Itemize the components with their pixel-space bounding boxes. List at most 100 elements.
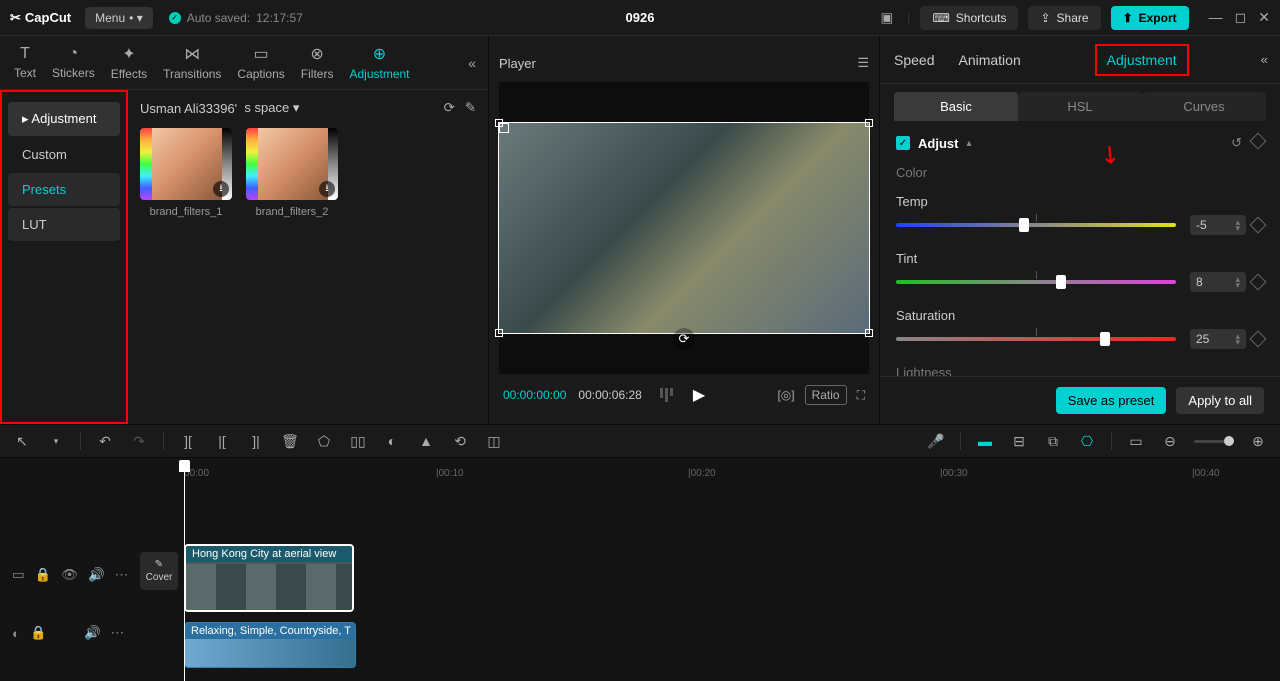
shortcuts-button[interactable]: ⌨ Shortcuts [920, 6, 1018, 30]
tab-effects[interactable]: ✦Effects [103, 44, 155, 81]
pointer-icon[interactable]: ↖ [12, 433, 32, 450]
playhead[interactable] [184, 460, 185, 681]
split-icon[interactable]: ][ [178, 433, 198, 449]
link-icon[interactable]: ⊟ [1009, 433, 1029, 450]
reset-icon[interactable]: ↺ [1231, 135, 1242, 151]
group-icon[interactable]: ▯▯ [348, 433, 368, 450]
download-icon[interactable]: ⭳ [213, 181, 229, 197]
trim-left-icon[interactable]: |[ [212, 433, 232, 449]
track-mute-icon[interactable]: 🔊 [84, 625, 101, 641]
keyframe-icon[interactable] [1250, 133, 1267, 150]
saturation-thumb[interactable] [1100, 332, 1110, 346]
preset-thumb[interactable]: ⭳ brand_filters_1 [140, 128, 232, 218]
subtab-curves[interactable]: Curves [1142, 92, 1266, 121]
sync-icon[interactable]: ⟳ [673, 328, 695, 350]
track-type-icon[interactable]: ◐ [12, 626, 20, 641]
share-button[interactable]: ⇪ Share [1028, 6, 1100, 30]
zoom-out-icon[interactable]: ⊖ [1160, 433, 1180, 450]
track-eye-icon[interactable]: 👁 [61, 567, 78, 583]
link2-icon[interactable]: ⧉ [1043, 433, 1063, 450]
trim-right-icon[interactable]: ]| [246, 433, 266, 449]
chevron-down-icon[interactable]: ▾ [46, 436, 66, 447]
compare-icon[interactable]: [◎] [777, 388, 794, 402]
layout-icon[interactable]: ▣ [876, 6, 897, 30]
tab-captions[interactable]: ▭Captions [229, 44, 292, 81]
track-visibility-icon[interactable]: ▭ [12, 567, 25, 583]
temp-track[interactable] [896, 223, 1176, 227]
refresh-icon[interactable]: ⟳ [444, 100, 455, 116]
sidebar: ▸ Adjustment Custom Presets LUT [0, 90, 128, 424]
tab-stickers[interactable]: ◔Stickers [44, 45, 103, 80]
zoom-in-icon[interactable]: ⊕ [1248, 433, 1268, 450]
export-button[interactable]: ⬆ Export [1111, 6, 1189, 30]
tab-transitions[interactable]: ⋈Transitions [155, 44, 229, 81]
timeline-tracks[interactable]: 00:00 |00:10 |00:20 |00:30 |00:40 ✎Cover… [136, 458, 1280, 681]
subtab-basic[interactable]: Basic [894, 92, 1018, 121]
cover-button[interactable]: ✎Cover [140, 552, 178, 590]
apply-all-button[interactable]: Apply to all [1176, 387, 1264, 414]
edit-icon[interactable]: ✎ [465, 100, 476, 116]
preview-icon[interactable]: ▭ [1126, 433, 1146, 450]
download-icon[interactable]: ⭳ [319, 181, 335, 197]
zoom-slider[interactable] [1194, 440, 1234, 443]
video-clip[interactable]: Hong Kong City at aerial view [184, 544, 354, 612]
speed-icon[interactable]: ◐ [382, 433, 402, 449]
temp-keyframe[interactable] [1250, 217, 1267, 234]
adjust-checkbox[interactable]: ✓ [896, 136, 910, 150]
collapse-left-icon[interactable]: « [462, 55, 482, 71]
sidebar-item-lut[interactable]: LUT [8, 208, 120, 241]
timeline-ruler[interactable]: 00:00 |00:10 |00:20 |00:30 |00:40 [136, 458, 1280, 486]
track-more-icon[interactable]: ⋯ [115, 567, 128, 583]
player-menu-icon[interactable]: ☰ [857, 55, 869, 71]
track-lock-icon[interactable]: 🔒 [35, 567, 52, 583]
collapse-right-icon[interactable]: « [1261, 52, 1268, 67]
insp-tab-animation[interactable]: Animation [956, 48, 1022, 72]
preset-thumb[interactable]: ⭳ brand_filters_2 [246, 128, 338, 218]
subtab-hsl[interactable]: HSL [1018, 92, 1142, 121]
rotate-icon[interactable]: ⟲ [450, 433, 470, 450]
snap-icon[interactable]: ⎔ [1077, 433, 1097, 450]
save-preset-button[interactable]: Save as preset [1056, 387, 1167, 414]
check-icon: ✓ [169, 12, 181, 24]
track-lock-icon[interactable]: 🔒 [30, 625, 47, 641]
temp-value[interactable]: -5▴▾ [1190, 215, 1246, 235]
saturation-keyframe[interactable] [1250, 331, 1267, 348]
space-dropdown[interactable]: s space ▾ [244, 100, 299, 116]
tab-adjustment[interactable]: ⊕Adjustment [341, 44, 417, 81]
magnet-icon[interactable]: ▬ [975, 433, 995, 449]
mark-icon[interactable]: ⬠ [314, 433, 334, 450]
delete-icon[interactable]: 🗑 [280, 433, 300, 450]
ratio-button[interactable]: Ratio [805, 385, 847, 405]
audio-clip[interactable]: Relaxing, Simple, Countryside, T [184, 622, 356, 668]
track-mute-icon[interactable]: 🔊 [88, 567, 105, 583]
maximize-icon[interactable]: ◻ [1235, 9, 1247, 26]
tab-filters[interactable]: ⊗Filters [293, 44, 342, 81]
saturation-value[interactable]: 25▴▾ [1190, 329, 1246, 349]
track-more-icon[interactable]: ⋯ [111, 625, 124, 641]
player-viewport[interactable]: ⟳ [499, 82, 869, 374]
player-frame[interactable] [499, 123, 869, 333]
sidebar-item-adjustment[interactable]: ▸ Adjustment [8, 102, 120, 136]
tint-value[interactable]: 8▴▾ [1190, 272, 1246, 292]
temp-thumb[interactable] [1019, 218, 1029, 232]
sidebar-item-presets[interactable]: Presets [8, 173, 120, 206]
tint-track[interactable] [896, 280, 1176, 284]
tab-text[interactable]: TText [6, 45, 44, 80]
mic-icon[interactable]: 🎤 [926, 433, 946, 450]
play-button[interactable]: ▶ [693, 385, 705, 405]
sidebar-item-custom[interactable]: Custom [8, 138, 120, 171]
insp-tab-adjustment[interactable]: Adjustment [1095, 44, 1189, 76]
captions-icon: ▭ [254, 44, 269, 64]
insp-tab-speed[interactable]: Speed [892, 48, 936, 72]
mirror-icon[interactable]: ▲ [416, 433, 436, 449]
fullscreen-icon[interactable]: ⛶ [857, 388, 865, 403]
tint-thumb[interactable] [1056, 275, 1066, 289]
saturation-track[interactable] [896, 337, 1176, 341]
tint-keyframe[interactable] [1250, 274, 1267, 291]
close-icon[interactable]: ✕ [1258, 9, 1270, 26]
minimize-icon[interactable]: — [1209, 9, 1223, 26]
menu-button[interactable]: Menu • ▾ [85, 7, 153, 29]
crop-icon[interactable]: ◫ [484, 433, 504, 450]
undo-icon[interactable]: ↶ [95, 433, 115, 450]
redo-icon[interactable]: ↷ [129, 433, 149, 450]
